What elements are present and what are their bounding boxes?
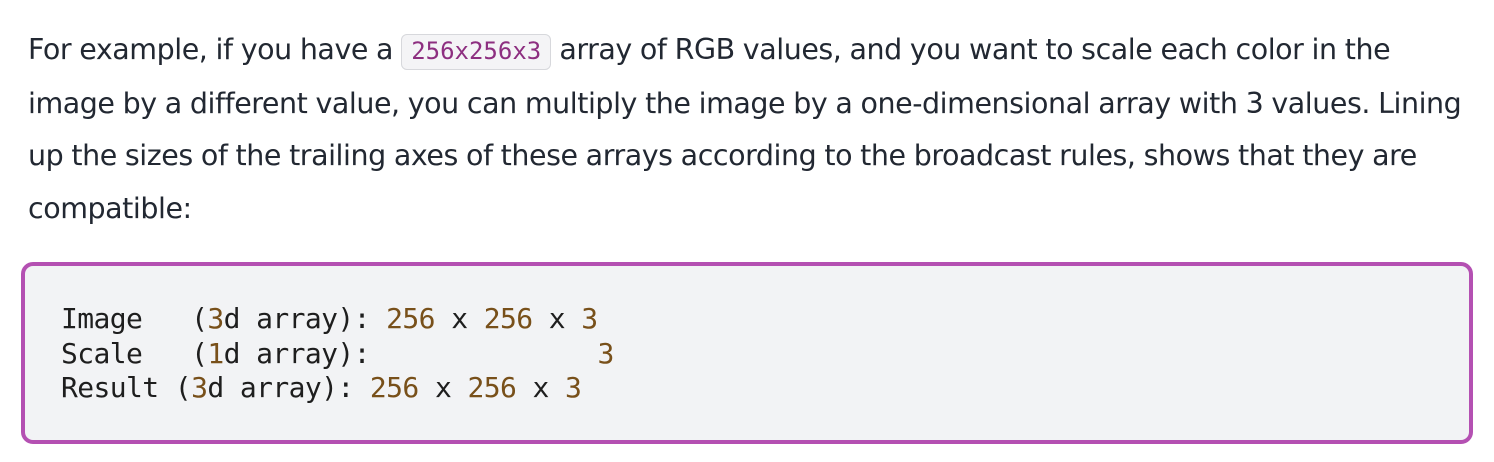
code-block-content: Image (3d array): 256 x 256 x 3 Scale (1d… (61, 302, 614, 406)
code-size-number: 3 (565, 371, 582, 404)
code-size-number: 3 (597, 336, 615, 370)
code-label: Result (61, 371, 159, 404)
code-array-kind: d array): (223, 302, 387, 335)
code-separator: x (418, 371, 468, 404)
code-label: Image (61, 302, 175, 335)
code-separator: x (532, 302, 582, 335)
code-paren: ( (174, 336, 208, 370)
code-dimension-number: 1 (207, 336, 224, 370)
paragraph-text-before-code: For example, if you have a (28, 33, 402, 66)
code-line-scale: Scale (1d array): 3 (61, 337, 614, 372)
code-size-number: 256 (483, 302, 533, 335)
code-dimension-number: 3 (207, 302, 224, 335)
code-block: Image (3d array): 256 x 256 x 3 Scale (1d… (21, 262, 1473, 444)
code-size-number: 256 (369, 371, 419, 404)
code-separator: x (434, 302, 484, 335)
code-line-image: Image (3d array): 256 x 256 x 3 (61, 302, 614, 337)
code-array-kind: d array): (207, 371, 370, 404)
code-spacing (386, 337, 549, 370)
code-size-number: 256 (386, 302, 435, 335)
inline-code-array-shape: 256x256x3 (401, 34, 552, 70)
code-array-kind: d array): (223, 336, 387, 370)
code-dimension-number: 3 (191, 371, 208, 404)
code-separator: x (516, 371, 566, 404)
code-label: Scale (61, 336, 175, 370)
code-paren: ( (158, 371, 192, 404)
code-line-result: Result (3d array): 256 x 256 x 3 (61, 371, 614, 406)
code-spacing (549, 337, 598, 370)
code-size-number: 3 (581, 302, 598, 335)
explanation-paragraph: For example, if you have a 256x256x3 arr… (28, 24, 1474, 235)
code-size-number: 256 (467, 371, 517, 404)
code-paren: ( (174, 302, 208, 335)
